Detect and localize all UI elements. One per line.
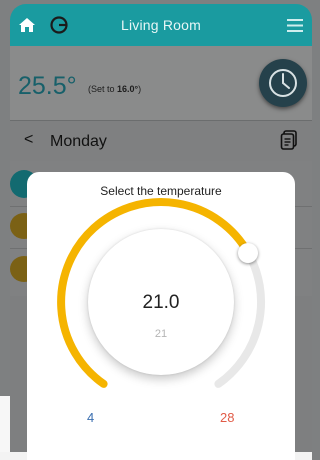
app-header: Living Room <box>10 4 312 46</box>
hamburger-menu-icon[interactable] <box>284 4 306 46</box>
day-row: < Monday <box>10 121 312 161</box>
setpoint-text: (Set to 16.0°) <box>88 84 142 94</box>
day-label: Monday <box>50 133 107 150</box>
min-temperature-label: 4 <box>87 410 95 425</box>
dial-handle[interactable] <box>238 242 258 263</box>
clock-icon <box>269 69 297 97</box>
schedule-clock-button[interactable] <box>259 59 307 107</box>
setpoint-value: 16.0° <box>117 84 139 94</box>
selected-temperature: 21.0 <box>142 292 180 313</box>
copy-icon[interactable] <box>280 130 298 155</box>
current-temperature: 25.5° <box>18 72 77 100</box>
max-temperature-label: 28 <box>220 410 235 425</box>
previous-day-button[interactable]: < <box>24 131 33 149</box>
selected-temperature-secondary: 21 <box>154 328 168 340</box>
page-title: Living Room <box>120 17 201 33</box>
page-edge <box>0 396 10 460</box>
temperature-dialog: Select the temperature 21.0 21 4 28 <box>27 172 295 460</box>
